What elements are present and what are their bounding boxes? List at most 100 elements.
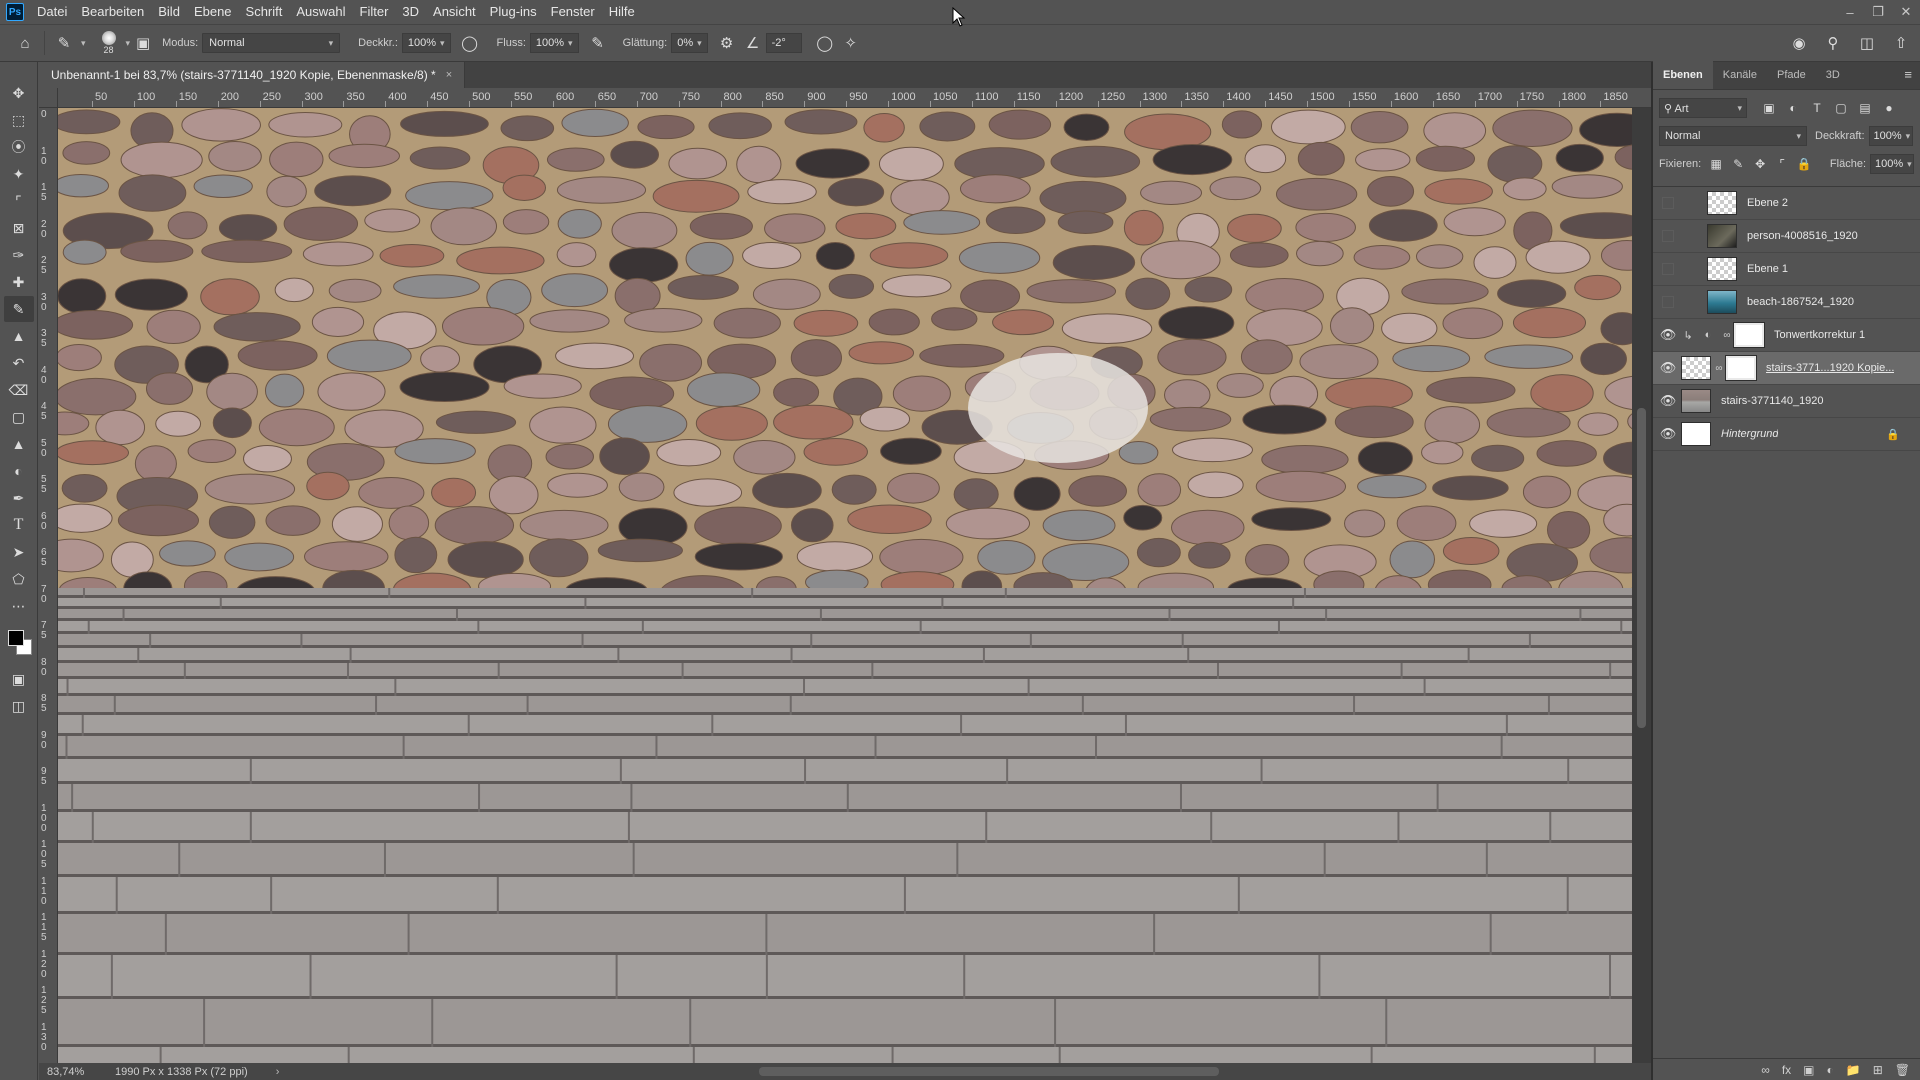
menu-filter[interactable]: Filter [353, 0, 396, 24]
chevron-right-icon[interactable]: › [248, 1066, 280, 1078]
layer-row[interactable]: beach-1867524_1920 [1653, 286, 1920, 319]
clone-stamp-tool-icon[interactable]: ▲ [4, 323, 34, 349]
filter-shape-icon[interactable]: ▢ [1829, 101, 1853, 115]
layer-row[interactable]: person-4008516_1920 [1653, 220, 1920, 253]
brush-settings-panel-icon[interactable]: ▣ [130, 30, 156, 56]
quick-selection-tool-icon[interactable]: ✦ [4, 161, 34, 187]
eye-icon[interactable]: 👁 [1657, 360, 1679, 376]
filter-toggle-icon[interactable]: ● [1877, 101, 1901, 115]
pen-tool-icon[interactable]: ✒ [4, 485, 34, 511]
filter-pixel-icon[interactable]: ▣ [1757, 101, 1781, 115]
ruler-horizontal[interactable]: 50 100 150 200 250 300 350 400 450 500 550 600 650 70… [58, 88, 1651, 108]
frame-tool-icon[interactable]: ⊠ [4, 215, 34, 241]
brush-tool-icon[interactable]: ✎ [3, 296, 34, 322]
vertical-scrollbar[interactable] [1632, 108, 1651, 1063]
layer-name[interactable]: Hintergrund [1721, 428, 1778, 440]
trash-icon[interactable]: 🗑 [1895, 1063, 1910, 1077]
layer-row[interactable]: Ebene 2 [1653, 187, 1920, 220]
gear-icon[interactable]: ⚙ [714, 30, 740, 56]
flow-field[interactable]: 100% ▾ [529, 33, 579, 53]
crop-tool-icon[interactable]: ⌜ [4, 188, 34, 214]
tab-ebenen[interactable]: Ebenen [1653, 61, 1713, 89]
menu-ansicht[interactable]: Ansicht [426, 0, 483, 24]
visibility-toggle[interactable] [1662, 230, 1674, 242]
lock-all-icon[interactable]: 🔒 [1793, 157, 1815, 171]
gradient-tool-icon[interactable]: ▢ [4, 404, 34, 430]
menu-schrift[interactable]: Schrift [239, 0, 290, 24]
chevron-down-icon[interactable]: ▾ [81, 38, 86, 49]
tab-pfade[interactable]: Pfade [1767, 61, 1816, 89]
lock-transparency-icon[interactable]: ▦ [1705, 157, 1727, 171]
lasso-tool-icon[interactable]: ⦿ [4, 134, 34, 160]
layer-row[interactable]: 👁 stairs-3771140_1920 [1653, 385, 1920, 418]
pressure-opacity-icon[interactable]: ◯ [457, 30, 483, 56]
layer-opacity-field[interactable]: 100% ▾ [1868, 126, 1913, 146]
angle-field[interactable]: -2° [765, 33, 802, 53]
quick-mask-icon[interactable]: ▣ [4, 666, 34, 692]
menu-auswahl[interactable]: Auswahl [289, 0, 352, 24]
fill-field[interactable]: 100% ▾ [1870, 154, 1914, 174]
share-icon[interactable]: ⇧ [1888, 30, 1914, 56]
mode-select[interactable]: Normal ▾ [202, 33, 341, 53]
close-icon[interactable]: × [446, 69, 452, 81]
layer-name[interactable]: person-4008516_1920 [1747, 230, 1858, 242]
zoom-level[interactable]: 83,74% [39, 1066, 97, 1078]
smoothing-field[interactable]: 0% ▾ [671, 33, 708, 53]
panel-menu-icon[interactable]: ≡ [1896, 61, 1920, 89]
horizontal-scrollbar[interactable] [279, 1067, 1639, 1076]
layer-filter-select[interactable]: ⚲ Art ▾ [1659, 98, 1747, 118]
airbrush-icon[interactable]: ✎ [585, 30, 611, 56]
new-layer-icon[interactable]: ⊞ [1873, 1063, 1883, 1077]
layer-style-icon[interactable]: fx [1782, 1063, 1791, 1077]
eye-icon[interactable]: 👁 [1657, 327, 1679, 343]
eraser-tool-icon[interactable]: ⌫ [4, 377, 34, 403]
type-tool-icon[interactable]: T [4, 512, 34, 538]
menu-datei[interactable]: Datei [30, 0, 74, 24]
lock-position-icon[interactable]: ✥ [1749, 157, 1771, 171]
menu-plugins[interactable]: Plug-ins [483, 0, 544, 24]
horizontal-scrollbar-thumb[interactable] [759, 1067, 1219, 1076]
menu-bearbeiten[interactable]: Bearbeiten [74, 0, 151, 24]
path-selection-tool-icon[interactable]: ➤ [4, 539, 34, 565]
brush-tool-preset-icon[interactable]: ✎ [51, 30, 77, 56]
layer-name[interactable]: beach-1867524_1920 [1747, 296, 1854, 308]
canvas-image[interactable] [58, 108, 1632, 1063]
adjustment-layer-icon[interactable]: ◐ [1827, 1063, 1834, 1077]
eye-icon[interactable]: 👁 [1657, 393, 1679, 409]
layer-row[interactable]: 👁 ↳ ◐ ∞ Tonwertkorrektur 1 [1653, 319, 1920, 352]
layer-row[interactable]: 👁 Hintergrund 🔒 [1653, 418, 1920, 451]
add-mask-icon[interactable]: ▣ [1803, 1063, 1814, 1077]
layer-name[interactable]: Ebene 1 [1747, 263, 1788, 275]
layer-row[interactable]: 👁 ∞ stairs-3771...1920 Kopie... [1653, 352, 1920, 385]
link-layers-icon[interactable]: ∞ [1761, 1063, 1770, 1077]
minimize-icon[interactable]: – [1836, 0, 1864, 24]
marquee-tool-icon[interactable]: ⬚ [4, 107, 34, 133]
more-tools-icon[interactable]: ⋯ [4, 593, 34, 619]
tab-3d[interactable]: 3D [1816, 61, 1850, 89]
shape-tool-icon[interactable]: ⬠ [4, 566, 34, 592]
menu-hilfe[interactable]: Hilfe [602, 0, 642, 24]
healing-brush-tool-icon[interactable]: ✚ [4, 269, 34, 295]
visibility-toggle[interactable] [1662, 296, 1674, 308]
move-tool-icon[interactable]: ✥ [4, 80, 34, 106]
filter-smart-object-icon[interactable]: ▤ [1853, 101, 1877, 115]
close-window-icon[interactable]: ✕ [1892, 0, 1920, 24]
filter-type-icon[interactable]: T [1805, 101, 1829, 115]
layer-mask-thumbnail[interactable] [1725, 355, 1757, 381]
blend-mode-select[interactable]: Normal ▾ [1659, 126, 1807, 146]
history-brush-tool-icon[interactable]: ↶ [4, 350, 34, 376]
layer-name[interactable]: Tonwertkorrektur 1 [1774, 329, 1865, 341]
filter-adjustment-icon[interactable]: ◐ [1781, 101, 1805, 115]
layer-row[interactable]: Ebene 1 [1653, 253, 1920, 286]
opacity-field[interactable]: 100% ▾ [401, 33, 451, 53]
screen-mode-icon[interactable]: ◫ [4, 693, 34, 719]
eye-icon[interactable]: 👁 [1657, 426, 1679, 442]
ruler-corner[interactable] [39, 88, 58, 108]
restore-icon[interactable]: ❐ [1864, 0, 1892, 24]
new-group-icon[interactable]: 📁 [1846, 1063, 1861, 1077]
menu-3d[interactable]: 3D [395, 0, 426, 24]
layer-name[interactable]: stairs-3771...1920 Kopie... [1766, 362, 1894, 374]
search-icon[interactable]: ⚲ [1820, 30, 1846, 56]
visibility-toggle[interactable] [1662, 263, 1674, 275]
canvas-area[interactable] [58, 108, 1632, 1063]
